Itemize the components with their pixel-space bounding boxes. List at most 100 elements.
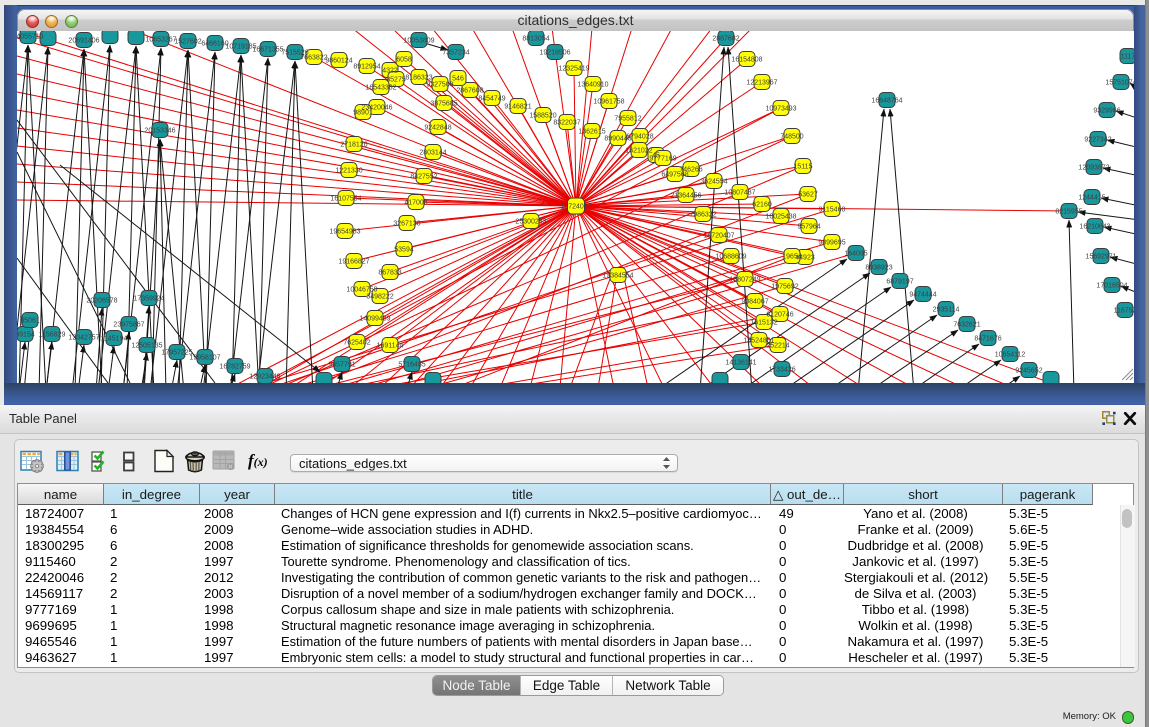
svg-text:12325419: 12325419 [558,66,589,73]
svg-text:7986322: 7986322 [689,212,716,219]
svg-text:164095: 164095 [844,251,867,258]
svg-text:20691406: 20691406 [68,38,99,45]
svg-text:10654112: 10654112 [995,352,1026,359]
svg-text:10025438: 10025438 [765,214,796,221]
svg-text:15115: 15115 [794,164,813,171]
svg-text:9146821: 9146821 [504,104,531,111]
svg-text:8912954: 8912954 [353,64,380,71]
svg-text:14055713: 14055713 [17,34,44,41]
svg-text:19218506: 19218506 [539,50,570,57]
svg-text:1117: 1117 [1121,54,1134,61]
svg-text:10688609: 10688609 [715,254,746,261]
svg-text:16671355: 16671355 [252,47,283,54]
svg-text:17016504: 17016504 [1096,283,1127,290]
svg-text:1975692: 1975692 [771,284,798,291]
svg-text:39154: 39154 [17,332,35,339]
svg-text:9115460: 9115460 [819,207,846,214]
svg-text:35061: 35061 [20,318,40,325]
svg-text:13640910: 13640910 [577,82,608,89]
svg-text:1588520: 1588520 [529,113,556,120]
svg-text:9084067: 9084067 [741,299,768,306]
svg-text:25300283: 25300283 [515,219,546,226]
svg-text:9777169: 9777169 [649,156,676,163]
svg-text:1733426: 1733426 [768,367,795,374]
svg-text:2867608: 2867608 [456,88,483,95]
svg-text:12093872: 12093872 [1078,165,1109,172]
svg-text:252214: 252214 [766,343,789,350]
svg-text:1615132: 1615132 [750,320,777,327]
svg-text:6058: 6058 [396,57,412,64]
svg-text:35275: 35275 [386,77,406,84]
svg-text:6794028: 6794028 [626,134,653,141]
svg-text:7663822: 7663822 [300,55,327,62]
svg-text:16543382: 16543382 [365,85,396,92]
svg-text:5716485: 5716485 [398,362,425,369]
svg-text:1156829: 1156829 [39,332,66,339]
svg-text:417006: 417006 [404,200,427,207]
svg-text:16782759: 16782759 [219,364,250,371]
svg-text:2718126: 2718126 [340,142,367,149]
svg-text:6879197: 6879197 [886,279,913,286]
svg-text:98901: 98901 [353,110,373,117]
svg-text:19654983: 19654983 [329,229,360,236]
svg-text:2935114: 2935114 [933,307,960,314]
svg-text:16107554: 16107554 [330,196,361,203]
svg-text:15692971: 15692971 [1085,254,1116,261]
svg-text:1362615: 1362615 [578,129,605,136]
svg-text:2887682: 2887682 [712,36,739,43]
svg-text:1244415: 1244415 [1078,195,1105,202]
svg-text:21364456: 21364456 [670,193,701,200]
svg-text:23975867: 23975867 [113,322,144,329]
svg-text:9329966: 9329966 [1093,108,1120,115]
svg-text:10046758: 10046758 [346,287,377,294]
svg-text:10653267: 10653267 [145,37,176,44]
svg-text:8938923: 8938923 [865,265,892,272]
svg-text:4322: 4322 [382,68,398,75]
svg-text:12342757: 12342757 [68,335,99,342]
svg-text:748500: 748500 [780,134,803,141]
svg-text:20153346: 20153346 [144,128,175,135]
svg-text:9860124: 9860124 [325,58,352,65]
svg-text:1221330: 1221330 [335,168,362,175]
svg-text:62160: 62160 [752,202,772,209]
svg-text:6497568: 6497568 [661,172,688,179]
svg-text:867833: 867833 [378,270,401,277]
svg-text:16210643: 16210643 [1079,224,1110,231]
svg-text:8215955: 8215955 [1055,209,1082,216]
svg-text:8454749: 8454749 [478,96,505,103]
svg-text:9899695: 9899695 [818,240,845,247]
svg-text:6120746: 6120746 [766,312,793,319]
svg-text:14099489: 14099489 [359,316,390,323]
svg-text:15720407: 15720407 [703,233,734,240]
svg-text:12213967: 12213967 [746,80,777,87]
svg-text:9327508: 9327508 [426,82,453,89]
svg-text:8186323: 8186323 [405,75,432,82]
svg-text:10973493: 10973493 [765,106,796,113]
svg-text:18724007: 18724007 [560,204,591,211]
svg-text:9657791: 9657791 [328,362,355,369]
svg-text:7955812: 7955812 [614,116,641,123]
svg-text:8471676: 8471676 [974,336,1001,343]
svg-text:10053809: 10053809 [403,38,434,45]
svg-text:7357234: 7357234 [442,50,469,57]
svg-text:8322037: 8322037 [553,120,580,127]
svg-text:116753: 116753 [1114,308,1134,315]
svg-text:19654: 19654 [782,254,802,261]
svg-text:19384554: 19384554 [602,273,633,280]
svg-text:7625402: 7625402 [343,340,370,347]
svg-text:1145194: 1145194 [101,336,128,343]
svg-text:10807487: 10807487 [724,190,755,197]
svg-text:8427552: 8427552 [410,174,437,181]
svg-text:9227342: 9227342 [1084,137,1111,144]
svg-text:17359924: 17359924 [133,296,164,303]
svg-text:9245652: 9245652 [1015,368,1042,375]
svg-text:16648764: 16648764 [871,98,902,105]
svg-text:17957225: 17957225 [161,350,192,357]
svg-text:15751074: 15751074 [1105,80,1134,87]
svg-text:18807249: 18807249 [729,277,760,284]
svg-text:7632621: 7632621 [953,322,980,329]
svg-text:1621022: 1621022 [625,148,652,155]
svg-text:9242848: 9242848 [424,125,451,132]
svg-text:957964: 957964 [797,224,820,231]
svg-text:3267130: 3267130 [393,221,420,228]
